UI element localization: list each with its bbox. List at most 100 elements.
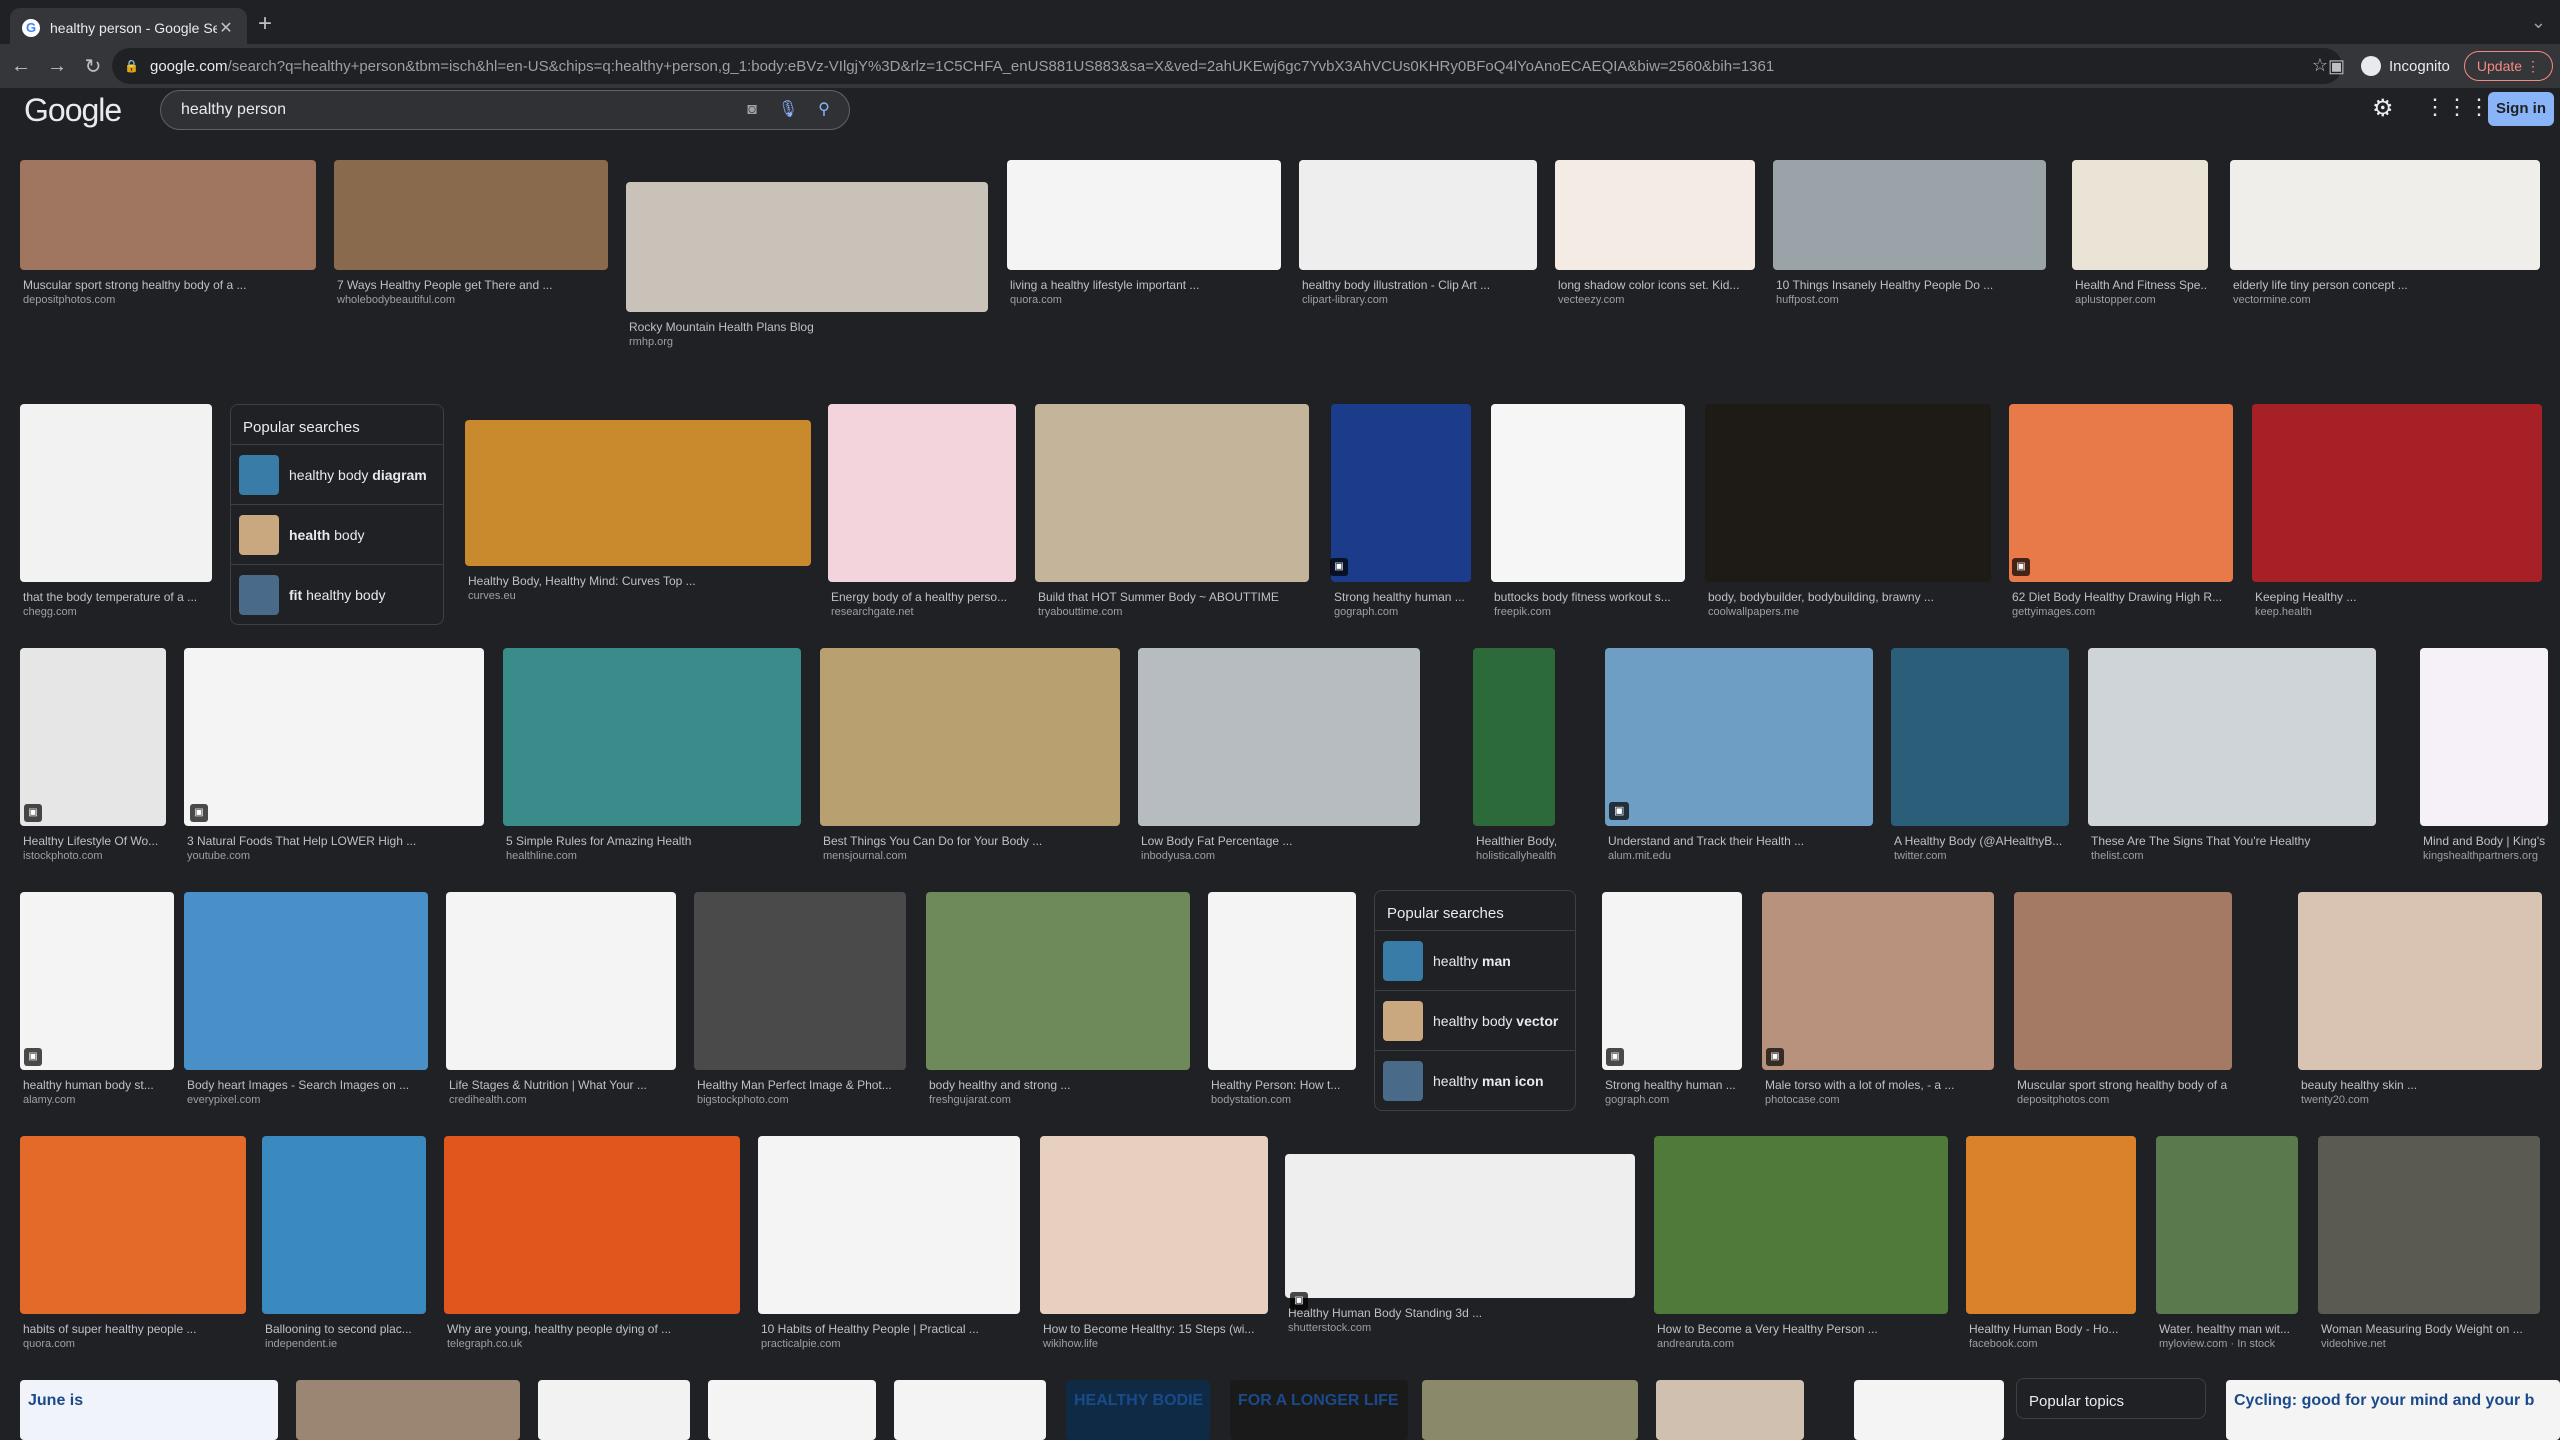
result-thumbnail[interactable] bbox=[2420, 648, 2548, 826]
image-result[interactable]: buttocks body fitness workout s... freepi… bbox=[1491, 404, 1685, 622]
result-thumbnail[interactable] bbox=[1555, 160, 1755, 270]
image-result[interactable]: Male torso with a lot of moles, - a ... p… bbox=[1762, 892, 1994, 1110]
result-thumbnail[interactable] bbox=[1762, 892, 1994, 1070]
result-caption[interactable]: Body heart Images - Search Images on ... bbox=[187, 1078, 426, 1092]
image-result[interactable]: HEALTHY BODIES bbox=[1066, 1380, 1210, 1440]
image-result[interactable]: These Are The Signs That You're Healthy t… bbox=[2088, 648, 2376, 866]
image-result[interactable]: Health And Fitness Spe... aplustopper.com bbox=[2072, 160, 2208, 310]
result-caption[interactable]: Ballooning to second plac... bbox=[265, 1322, 426, 1336]
tab-active[interactable]: G healthy person - Google Search ✕ bbox=[10, 8, 247, 48]
result-thumbnail[interactable] bbox=[626, 182, 988, 312]
result-caption[interactable]: 10 Things Insanely Healthy People Do ... bbox=[1776, 278, 2044, 292]
result-thumbnail[interactable] bbox=[184, 648, 484, 826]
result-caption[interactable]: Healthy Man Perfect Image & Phot... bbox=[697, 1078, 905, 1092]
result-caption[interactable]: Strong healthy human ... bbox=[1605, 1078, 1742, 1092]
result-caption[interactable]: Woman Measuring Body Weight on ... bbox=[2321, 1322, 2539, 1336]
result-caption[interactable]: Rocky Mountain Health Plans Blog bbox=[629, 320, 984, 334]
result-caption[interactable]: How to Become Healthy: 15 Steps (wi... bbox=[1043, 1322, 1266, 1336]
result-thumbnail[interactable] bbox=[1602, 892, 1742, 1070]
image-result[interactable] bbox=[708, 1380, 876, 1440]
result-caption[interactable]: habits of super healthy people ... bbox=[23, 1322, 244, 1336]
image-result[interactable]: Muscular sport strong healthy body of a … bbox=[20, 160, 316, 310]
forward-arrow-icon[interactable]: → bbox=[42, 55, 72, 78]
image-result[interactable]: Healthy Person: How t... bodystation.com bbox=[1208, 892, 1356, 1110]
popular-search-item[interactable]: health body bbox=[231, 504, 443, 564]
result-thumbnail[interactable] bbox=[1473, 648, 1555, 826]
result-thumbnail[interactable] bbox=[1007, 160, 1281, 270]
result-caption[interactable]: Energy body of a healthy perso... bbox=[831, 590, 1015, 604]
image-result[interactable]: body, bodybuilder, bodybuilding, brawny … bbox=[1705, 404, 1991, 622]
result-caption[interactable]: 5 Simple Rules for Amazing Health bbox=[506, 834, 798, 848]
result-thumbnail[interactable] bbox=[1854, 1380, 2004, 1440]
result-thumbnail[interactable] bbox=[2226, 1380, 2560, 1440]
image-result[interactable]: Healthy Body, Healthy Mind: Curves Top .… bbox=[465, 420, 811, 606]
close-tab-icon[interactable]: ✕ bbox=[217, 18, 235, 38]
image-result[interactable]: living a healthy lifestyle important ...… bbox=[1007, 160, 1281, 310]
result-thumbnail[interactable] bbox=[20, 892, 174, 1070]
image-result[interactable]: 62 Diet Body Healthy Drawing High R... ge… bbox=[2009, 404, 2233, 622]
image-result[interactable]: Cycling: good for your mind and your bod… bbox=[2226, 1380, 2560, 1440]
result-caption[interactable]: body healthy and strong ... bbox=[929, 1078, 1188, 1092]
result-thumbnail[interactable] bbox=[20, 1380, 278, 1440]
google-logo[interactable]: Google bbox=[24, 92, 122, 129]
image-result[interactable] bbox=[1422, 1380, 1638, 1440]
result-thumbnail[interactable] bbox=[1654, 1136, 1948, 1314]
result-thumbnail[interactable] bbox=[758, 1136, 1020, 1314]
result-caption[interactable]: Mind and Body | King's ... bbox=[2423, 834, 2548, 848]
image-result[interactable]: 10 Things Insanely Healthy People Do ...… bbox=[1773, 160, 2046, 310]
image-result[interactable]: Healthy Man Perfect Image & Phot... bigst… bbox=[694, 892, 906, 1110]
result-thumbnail[interactable] bbox=[820, 648, 1120, 826]
image-result[interactable]: Best Things You Can Do for Your Body ...… bbox=[820, 648, 1120, 866]
result-thumbnail[interactable] bbox=[20, 404, 212, 582]
result-caption[interactable]: healthy body illustration - Clip Art ... bbox=[1302, 278, 1535, 292]
image-result[interactable]: Understand and Track their Health ... alu… bbox=[1605, 648, 1873, 866]
result-caption[interactable]: Life Stages & Nutrition | What Your ... bbox=[449, 1078, 674, 1092]
popular-search-item[interactable]: healthy body diagram bbox=[231, 444, 443, 504]
image-result[interactable]: that the body temperature of a ... chegg.… bbox=[20, 404, 212, 622]
update-button[interactable]: Update ⋮ bbox=[2463, 51, 2553, 81]
image-result[interactable]: healthy human body st... alamy.com bbox=[20, 892, 174, 1110]
image-result[interactable]: How to Become Healthy: 15 Steps (wi... wi… bbox=[1040, 1136, 1268, 1354]
image-result[interactable]: Build that HOT Summer Body ~ ABOUTTIME tr… bbox=[1035, 404, 1309, 622]
result-thumbnail[interactable] bbox=[2072, 160, 2208, 270]
image-result[interactable]: Healthier Body, Healthi... holisticallyhe… bbox=[1473, 648, 1556, 866]
result-thumbnail[interactable] bbox=[1605, 648, 1873, 826]
image-result[interactable]: Water. healthy man wit... myloview.com · … bbox=[2156, 1136, 2298, 1354]
result-caption[interactable]: Low Body Fat Percentage ... bbox=[1141, 834, 1417, 848]
result-caption[interactable]: A Healthy Body (@AHealthyB... bbox=[1894, 834, 2068, 848]
result-thumbnail[interactable] bbox=[926, 892, 1190, 1070]
new-tab-icon[interactable]: + bbox=[258, 12, 272, 36]
result-thumbnail[interactable] bbox=[1491, 404, 1685, 582]
result-caption[interactable]: elderly life tiny person concept ... bbox=[2233, 278, 2537, 292]
result-thumbnail[interactable] bbox=[1705, 404, 1991, 582]
result-thumbnail[interactable] bbox=[1966, 1136, 2136, 1314]
search-icon[interactable]: ⚲ bbox=[813, 99, 835, 121]
result-caption[interactable]: Healthy Human Body - Ho... bbox=[1969, 1322, 2136, 1336]
result-caption[interactable]: Muscular sport strong healthy body of a … bbox=[2017, 1078, 2231, 1092]
result-caption[interactable]: Male torso with a lot of moles, - a ... bbox=[1765, 1078, 1992, 1092]
result-thumbnail[interactable] bbox=[1331, 404, 1471, 582]
result-caption[interactable]: These Are The Signs That You're Healthy bbox=[2091, 834, 2373, 848]
bookmark-star-icon[interactable]: ☆ bbox=[2312, 55, 2328, 76]
result-caption[interactable]: 10 Habits of Healthy People | Practical … bbox=[761, 1322, 1018, 1336]
result-thumbnail[interactable] bbox=[2230, 160, 2540, 270]
result-thumbnail[interactable] bbox=[708, 1380, 876, 1440]
result-thumbnail[interactable] bbox=[2318, 1136, 2540, 1314]
image-result[interactable]: Rocky Mountain Health Plans Blog rmhp.org bbox=[626, 182, 988, 352]
image-result[interactable] bbox=[894, 1380, 1046, 1440]
result-caption[interactable]: Healthy Body, Healthy Mind: Curves Top .… bbox=[468, 574, 807, 588]
result-thumbnail[interactable] bbox=[20, 160, 316, 270]
image-result[interactable]: 10 Habits of Healthy People | Practical … bbox=[758, 1136, 1020, 1354]
apps-grid-icon[interactable]: ⋮⋮⋮ bbox=[2424, 94, 2490, 120]
result-thumbnail[interactable] bbox=[1230, 1380, 1408, 1440]
result-caption[interactable]: buttocks body fitness workout s... bbox=[1494, 590, 1684, 604]
image-result[interactable]: June is bbox=[20, 1380, 278, 1440]
result-thumbnail[interactable] bbox=[538, 1380, 690, 1440]
result-caption[interactable]: beauty healthy skin ... bbox=[2301, 1078, 2540, 1092]
result-thumbnail[interactable] bbox=[20, 1136, 246, 1314]
result-thumbnail[interactable] bbox=[1066, 1380, 1210, 1440]
popular-search-item[interactable]: healthy body vector bbox=[1375, 990, 1575, 1050]
result-thumbnail[interactable] bbox=[444, 1136, 740, 1314]
result-caption[interactable]: healthy human body st... bbox=[23, 1078, 174, 1092]
image-result[interactable]: Ballooning to second plac... independent.… bbox=[262, 1136, 426, 1354]
